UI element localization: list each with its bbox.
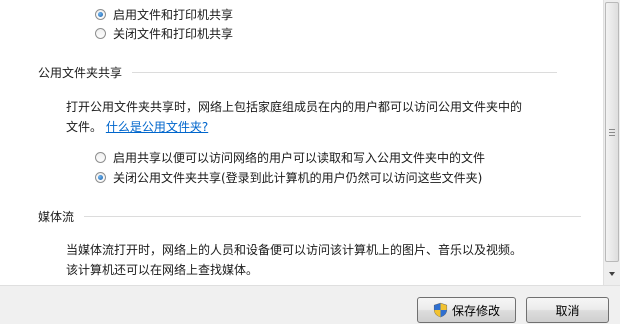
- dialog-footer: 保存修改 取消: [0, 285, 620, 324]
- description-line: 打开公用文件夹共享时，网络上包括家庭组成员在内的用户都可以访问公用文件夹中的: [66, 100, 523, 114]
- section-header-media-streaming: 媒体流: [38, 208, 582, 225]
- radio-enable-public-sharing[interactable]: 启用共享以便可以访问网络的用户可以读取和写入公用文件夹中的文件: [95, 149, 485, 166]
- section-divider: [132, 72, 558, 73]
- description-line: 当媒体流打开时，网络上的人员和设备便可以访问该计算机上的图片、音乐以及视频。: [66, 243, 523, 257]
- what-is-public-folder-link[interactable]: 什么是公用文件夹?: [106, 120, 208, 134]
- radio-label: 启用共享以便可以访问网络的用户可以读取和写入公用文件夹中的文件: [113, 151, 486, 165]
- cancel-button-label: 取消: [555, 303, 580, 318]
- radio-enable-printer-sharing[interactable]: 启用文件和打印机共享: [95, 6, 233, 23]
- scroll-down-arrow-icon[interactable]: [609, 272, 615, 276]
- grip-line: [609, 129, 615, 130]
- grip-line: [609, 132, 615, 133]
- radio-unchecked-icon[interactable]: [95, 152, 106, 163]
- save-changes-button[interactable]: 保存修改: [417, 297, 516, 323]
- section-divider: [84, 216, 582, 217]
- radio-unchecked-icon[interactable]: [95, 28, 106, 39]
- vertical-scrollbar[interactable]: [603, 0, 620, 285]
- description-line: 该计算机还可以在网络上查找媒体。: [66, 263, 259, 277]
- section-title: 媒体流: [38, 210, 75, 224]
- cancel-button[interactable]: 取消: [526, 297, 609, 323]
- save-button-label: 保存修改: [451, 303, 500, 318]
- radio-label: 关闭文件和打印机共享: [113, 27, 234, 41]
- grip-line: [609, 135, 615, 136]
- scrollbar-thumb[interactable]: [605, 2, 619, 262]
- public-folder-description: 打开公用文件夹共享时，网络上包括家庭组成员在内的用户都可以访问公用文件夹中的 文…: [66, 97, 596, 137]
- radio-checked-icon[interactable]: [95, 172, 106, 183]
- section-header-public-folder: 公用文件夹共享: [38, 64, 558, 81]
- radio-label: 启用文件和打印机共享: [113, 8, 234, 22]
- section-title: 公用文件夹共享: [38, 66, 123, 80]
- uac-shield-icon: [433, 302, 448, 318]
- media-streaming-description: 当媒体流打开时，网络上的人员和设备便可以访问该计算机上的图片、音乐以及视频。 该…: [66, 240, 596, 280]
- radio-disable-printer-sharing[interactable]: 关闭文件和打印机共享: [95, 25, 233, 42]
- radio-label: 关闭公用文件夹共享(登录到此计算机的用户仍然可以访问这些文件夹): [113, 171, 483, 185]
- settings-panel: 启用文件和打印机共享 关闭文件和打印机共享 公用文件夹共享 打开公用文件夹共享时…: [0, 0, 603, 285]
- radio-disable-public-sharing[interactable]: 关闭公用文件夹共享(登录到此计算机的用户仍然可以访问这些文件夹): [95, 169, 482, 186]
- description-line: 文件。: [66, 120, 103, 134]
- radio-checked-icon[interactable]: [95, 9, 106, 20]
